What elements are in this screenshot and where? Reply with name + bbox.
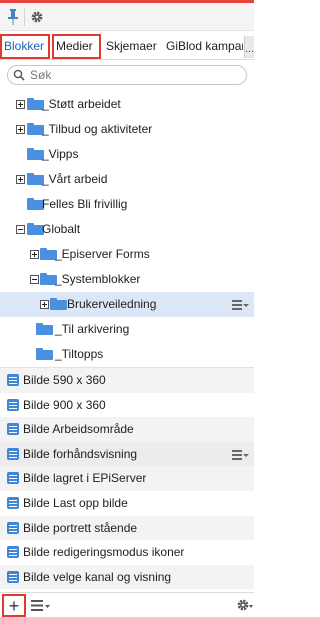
tree-item-label: _Tilbud og aktiviteter [42,122,153,136]
tree-item-label: _Vårt arbeid [42,172,108,186]
block-icon [7,374,19,386]
block-icon [7,546,19,559]
block-list-item[interactable]: Bilde 900 x 360 [0,393,254,418]
collapse-icon[interactable] [16,225,25,234]
search-input[interactable] [30,67,240,83]
block-list-item-hovered[interactable]: Bilde forhåndsvisning [0,441,254,467]
expand-icon[interactable] [16,100,25,109]
folder-tree: _Støtt arbeidet _Tilbud og aktiviteter _… [0,92,254,367]
block-icon [7,570,19,583]
tab-skjemaer[interactable]: Skjemaer [104,34,162,59]
collapse-icon[interactable] [30,275,39,284]
block-icon [7,398,19,411]
search-box[interactable] [7,65,247,85]
block-item-label: Bilde 900 x 360 [23,397,106,412]
block-icon [7,496,19,509]
tree-item[interactable]: _Tiltopps [0,342,254,367]
block-item-label: Bilde 590 x 360 [23,373,106,387]
block-item-label: Bilde redigeringsmodus ikoner [23,545,185,560]
add-button[interactable]: + [2,594,26,617]
pin-pane-button[interactable] [3,5,23,29]
context-menu-icon[interactable] [232,299,249,311]
folder-icon [50,298,67,310]
expand-icon[interactable] [16,175,25,184]
toolbar-divider [24,8,25,26]
tree-item[interactable]: _Vipps [0,142,254,167]
block-item-label: Bilde Arbeidsområde [23,422,134,437]
block-list: Bilde 590 x 360 Bilde 900 x 360 Bilde Ar… [0,367,254,590]
tab-blokker[interactable]: Blokker [0,34,50,59]
tree-item-label: _Vipps [42,147,79,161]
block-list-item[interactable]: Bilde Arbeidsområde [0,417,254,442]
folder-icon [36,323,53,335]
expand-icon[interactable] [30,250,39,259]
gadget-settings-button[interactable] [236,597,254,613]
gear-icon [237,599,253,611]
tree-item-label: Globalt [42,222,81,236]
gadget-bottom-toolbar: + [0,592,254,617]
pane-toolbar [0,3,254,31]
block-icon [7,423,19,436]
list-icon [31,600,50,611]
gear-icon [31,11,43,23]
folder-icon [36,348,53,360]
pin-icon [8,9,18,25]
block-icon [7,472,19,485]
tree-item[interactable]: _Tilbud og aktiviteter [0,117,254,142]
block-list-item[interactable]: Bilde portrett stående [0,515,254,541]
tabs-overflow-button[interactable]: ... [244,36,254,58]
block-item-label: Bilde velge kanal og visning [23,569,172,584]
block-item-label: Bilde forhåndsvisning [23,446,138,461]
tree-item-label: _Støtt arbeidet [42,97,121,111]
tree-item-label: _Tiltopps [55,347,104,361]
tab-giblod-kampanje[interactable]: GiBlod kampan [164,34,243,59]
block-item-label: Bilde Last opp bilde [23,495,128,510]
block-item-label: Bilde portrett stående [23,520,138,535]
tree-item[interactable]: _Systemblokker [0,267,254,292]
gadget-tabs: Blokker Medier Skjemaer GiBlod kampan ..… [0,32,254,60]
block-icon [7,447,19,460]
expand-icon[interactable] [16,125,25,134]
block-list-item[interactable]: Bilde velge kanal og visning [0,564,254,590]
tree-item[interactable]: Felles Bli frivillig [0,192,254,217]
block-list-item[interactable]: Bilde redigeringsmodus ikoner [0,540,254,565]
search-icon [13,69,25,81]
tree-item[interactable]: Globalt [0,217,254,242]
tree-item[interactable]: _Støtt arbeidet [0,92,254,117]
block-list-item[interactable]: Bilde 590 x 360 [0,368,254,393]
block-list-item[interactable]: Bilde lagret i EPiServer [0,466,254,491]
tree-item[interactable]: _Episerver Forms [0,242,254,267]
tree-item-selected[interactable]: Brukerveiledning [0,292,254,317]
block-item-label: Bilde lagret i EPiServer [23,471,147,486]
tree-item[interactable]: _Til arkivering [0,317,254,342]
tree-item-label: _Systemblokker [55,272,141,286]
tree-item-label: _Episerver Forms [55,247,150,261]
tree-item-label: Felles Bli frivillig [42,197,128,211]
block-list-item[interactable]: Bilde Last opp bilde [0,491,254,516]
block-icon [7,521,19,534]
tree-item-label: Brukerveiledning [67,297,157,311]
context-menu-icon[interactable] [232,449,249,461]
settings-button[interactable] [27,5,47,29]
view-options-button[interactable] [31,599,51,612]
tree-item-label: _Til arkivering [55,322,130,336]
tree-item[interactable]: _Vårt arbeid [0,167,254,192]
tab-medier[interactable]: Medier [52,34,101,59]
expand-icon[interactable] [40,300,49,309]
